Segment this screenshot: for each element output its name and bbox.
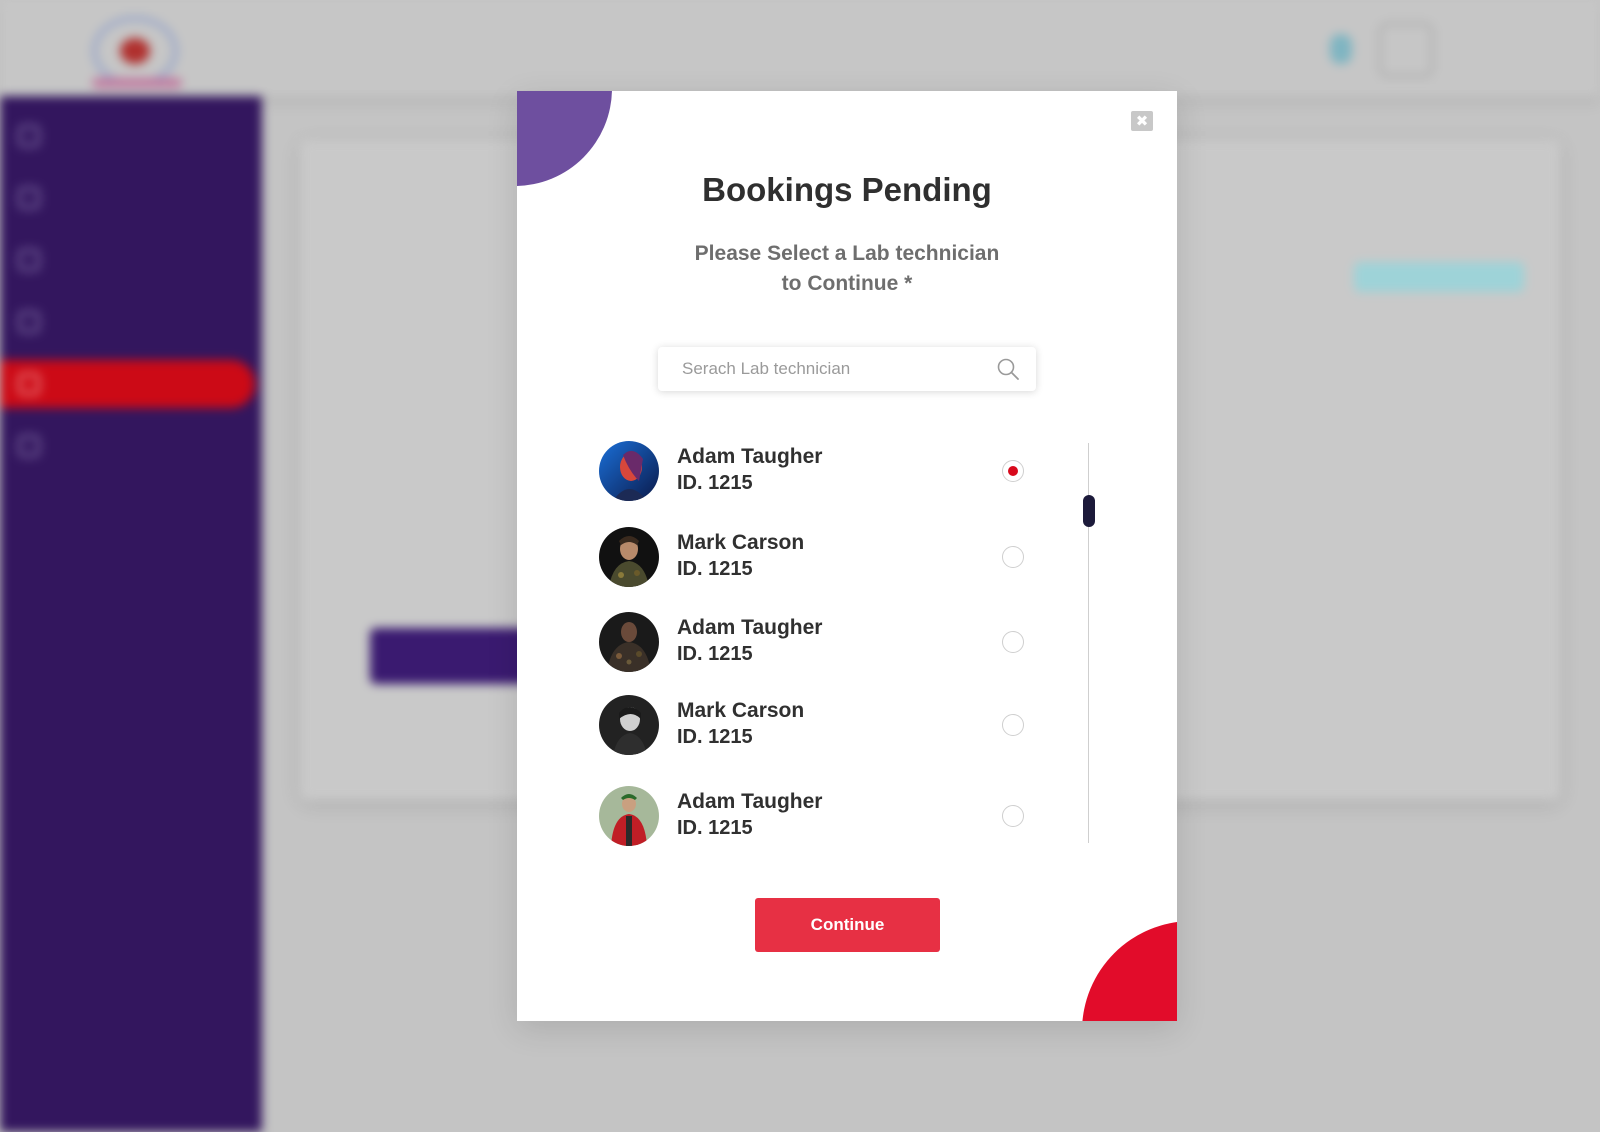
user-area [1330,22,1530,78]
sidebar-icon [18,125,40,147]
technician-item[interactable]: Adam Taugher ID. 1215 [599,786,1039,846]
technician-avatar [599,786,659,846]
close-button[interactable]: ✖ [1131,111,1153,131]
technician-avatar [599,527,659,587]
technician-id: ID. 1215 [677,817,753,839]
sidebar-item-6 [0,422,255,470]
modal-title: Bookings Pending [702,171,992,208]
technician-radio[interactable] [1002,631,1024,653]
modal-subtitle: Please Select a Lab technician to Contin… [672,239,1022,299]
search-icon[interactable] [996,357,1020,381]
sidebar-icon [18,435,40,457]
sidebar-item-4 [0,298,255,346]
technician-name: Adam Taugher [677,790,823,813]
notification-icon [1330,34,1352,64]
user-avatar [1378,22,1434,78]
technician-id: ID. 1215 [677,643,753,665]
search-input[interactable] [658,347,988,391]
technician-id: ID. 1215 [677,558,753,580]
technician-avatar [599,695,659,755]
modal-subtitle-line1: Please Select a Lab technician [694,242,1000,265]
modal-subtitle-line2: to Continue * [781,272,913,295]
technician-list: Adam Taugher ID. 1215 Mark Carson ID. 12… [517,431,1177,851]
technician-item[interactable]: Adam Taugher ID. 1215 [599,441,1039,501]
technician-id: ID. 1215 [677,726,753,748]
sidebar-item-3 [0,236,255,284]
technician-name: Mark Carson [677,531,805,554]
top-bar [0,0,1600,96]
sidebar-item-1 [0,112,255,160]
technician-radio[interactable] [1002,714,1024,736]
technician-item[interactable]: Mark Carson ID. 1215 [599,527,1039,587]
sidebar [0,96,262,1132]
close-icon: ✖ [1135,112,1149,130]
technician-item[interactable]: Adam Taugher ID. 1215 [599,612,1039,672]
technician-item[interactable]: Mark Carson ID. 1215 [599,695,1039,755]
technician-name: Mark Carson [677,699,805,722]
search-box [658,347,1036,391]
continue-button[interactable]: Continue [755,898,940,952]
technician-radio[interactable] [1002,546,1024,568]
sidebar-item-active [0,360,255,408]
technician-radio[interactable] [1002,805,1024,827]
decorative-blob-bottom [1082,921,1177,1021]
sidebar-icon [18,249,40,271]
technician-id: ID. 1215 [677,472,753,494]
payment-badge [1354,262,1524,292]
technician-name: Adam Taugher [677,616,823,639]
technician-name: Adam Taugher [677,445,823,468]
app-logo [84,16,184,90]
sidebar-icon [18,373,40,395]
sidebar-icon [18,311,40,333]
technician-avatar [599,612,659,672]
bookings-pending-modal: ✖ Bookings Pending Please Select a Lab t… [517,91,1177,1021]
technician-avatar [599,441,659,501]
sidebar-item-2 [0,174,255,222]
list-scrollbar-thumb[interactable] [1083,495,1095,527]
technician-radio[interactable] [1002,460,1024,482]
sidebar-icon [18,187,40,209]
